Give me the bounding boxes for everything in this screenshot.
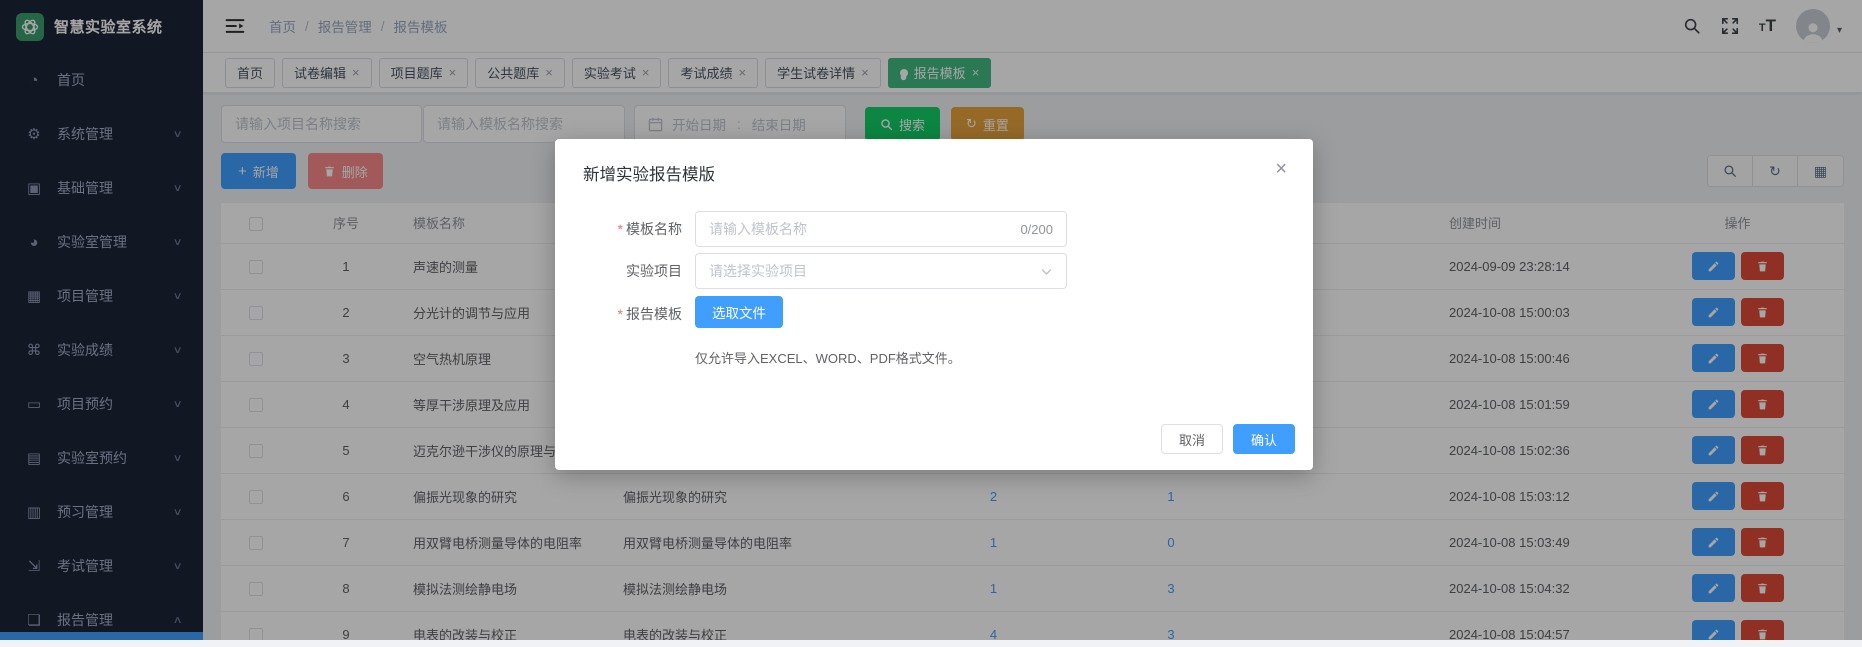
template-name-input[interactable]: 请输入模板名称 0/200 <box>695 211 1067 247</box>
project-label: 实验项目 <box>555 253 682 289</box>
template-name-label: *模板名称 <box>555 211 682 247</box>
app-root: 智慧实验室系统 ◔ 首页 ⚙ 系统管理 ∨ ▣ 基础管理 <box>0 0 1862 640</box>
required-mark: * <box>618 306 623 322</box>
char-counter: 0/200 <box>1020 222 1053 237</box>
cancel-button[interactable]: 取消 <box>1161 424 1223 454</box>
modal-footer: 取消 确认 <box>1161 424 1295 454</box>
add-template-modal: 新增实验报告模版 × *模板名称 请输入模板名称 0/200 实验项目 请选择实… <box>555 139 1313 470</box>
project-select[interactable]: 请选择实验项目 <box>695 253 1067 289</box>
template-name-placeholder: 请输入模板名称 <box>709 219 807 239</box>
close-icon[interactable]: × <box>1275 159 1287 179</box>
modal-body: *模板名称 请输入模板名称 0/200 实验项目 请选择实验项目 *报告模板 选… <box>555 211 1313 367</box>
project-select-placeholder: 请选择实验项目 <box>709 261 807 281</box>
modal-header: 新增实验报告模版 × <box>555 139 1313 185</box>
chevron-down-icon <box>1040 265 1053 278</box>
modal-title: 新增实验报告模版 <box>583 166 715 184</box>
required-mark: * <box>618 221 623 237</box>
template-name-row: *模板名称 请输入模板名称 0/200 <box>555 211 1313 247</box>
project-row: 实验项目 请选择实验项目 <box>555 253 1313 289</box>
file-format-hint: 仅允许导入EXCEL、WORD、PDF格式文件。 <box>695 348 1313 367</box>
choose-file-button[interactable]: 选取文件 <box>695 296 783 328</box>
confirm-button[interactable]: 确认 <box>1233 424 1295 454</box>
report-template-row: *报告模板 选取文件 <box>555 296 1313 332</box>
report-template-label: *报告模板 <box>555 296 682 332</box>
